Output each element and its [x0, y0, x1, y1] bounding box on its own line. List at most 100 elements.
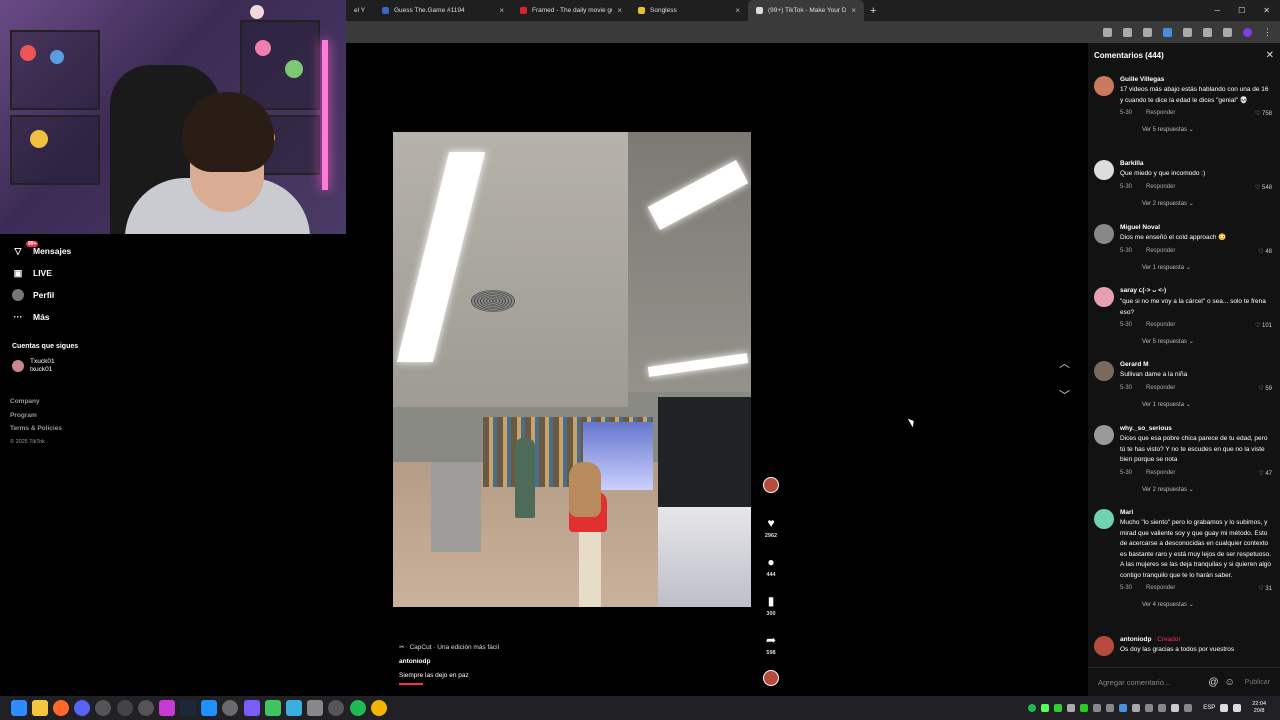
bookmark-star-icon[interactable]	[1123, 27, 1132, 37]
app-icon[interactable]	[158, 700, 175, 716]
avatar[interactable]	[1094, 76, 1114, 96]
tray-icon[interactable]	[1145, 704, 1154, 712]
comment-username[interactable]: Mari	[1120, 509, 1272, 516]
view-replies-button[interactable]: Ver 5 respuestas ⌄	[1142, 126, 1272, 133]
discord-icon[interactable]	[243, 700, 260, 716]
comment-username[interactable]: Gerard M	[1120, 361, 1272, 368]
tray-icon[interactable]	[1158, 704, 1167, 712]
reply-button[interactable]: Responder	[1146, 248, 1175, 254]
tab-tiktok[interactable]: (99+) TikTok - Make Your Da ×	[748, 0, 864, 21]
comment-like-button[interactable]: ♡ 31	[1258, 585, 1272, 592]
sidebar-item-profile[interactable]: Perfil	[12, 289, 54, 301]
avatar[interactable]	[1094, 636, 1114, 656]
volume-icon[interactable]	[1233, 704, 1242, 712]
tab-0[interactable]: el Y	[346, 0, 374, 21]
app-icon[interactable]	[286, 700, 303, 716]
close-tab-icon[interactable]: ×	[499, 6, 504, 15]
reply-button[interactable]: Responder	[1146, 470, 1175, 476]
tab-guess-the-game[interactable]: Guess The.Game #1194 ×	[374, 0, 512, 21]
sound-avatar[interactable]	[760, 670, 782, 686]
tab-songless[interactable]: Songless ×	[630, 0, 748, 21]
close-tab-icon[interactable]: ×	[851, 6, 856, 15]
steam-icon[interactable]	[180, 700, 197, 716]
chevron-down-icon[interactable]: ﹀	[1059, 380, 1070, 412]
app-icon[interactable]	[137, 700, 154, 716]
avatar[interactable]	[1094, 160, 1114, 180]
minimize-icon[interactable]: ─	[1214, 6, 1220, 15]
view-replies-button[interactable]: Ver 4 respuestas ⌄	[1142, 601, 1272, 608]
language-indicator[interactable]: ESP	[1203, 705, 1215, 711]
app-icon[interactable]	[116, 700, 133, 716]
comment-username[interactable]: Guille Villegas	[1120, 76, 1272, 83]
tray-icon[interactable]	[1184, 704, 1193, 712]
comment-input[interactable]: Agregar comentario...	[1098, 678, 1170, 687]
share-button[interactable]: ➦ 598	[760, 634, 782, 656]
following-account[interactable]: Txuck01 txuck01	[12, 358, 55, 374]
app-icon[interactable]	[95, 700, 112, 716]
reply-button[interactable]: Responder	[1146, 585, 1175, 591]
tray-icon[interactable]	[1028, 704, 1037, 712]
clock[interactable]: 22:04 20/8	[1252, 701, 1266, 715]
start-icon[interactable]	[10, 700, 27, 716]
view-replies-button[interactable]: Ver 1 respuesta ⌄	[1142, 401, 1272, 408]
capcut-link[interactable]: ✂ CapCut · Una edición más fácil	[399, 643, 499, 652]
comment-button[interactable]: ● 444	[760, 556, 782, 578]
comment-username[interactable]: why._so_serious	[1120, 425, 1272, 432]
comment-username[interactable]: Miguel Noval	[1120, 224, 1272, 231]
chevron-up-icon[interactable]: ︿	[1059, 348, 1070, 380]
extension-icon[interactable]	[1163, 27, 1172, 37]
view-replies-button[interactable]: Ver 1 respuesta ⌄	[1142, 264, 1272, 271]
reply-button[interactable]: Responder	[1146, 184, 1175, 190]
file-explorer-icon[interactable]	[31, 700, 48, 716]
creator-avatar[interactable]	[760, 477, 782, 493]
video-username[interactable]: antoniodp	[399, 658, 499, 665]
comment-like-button[interactable]: ♡ 758	[1255, 110, 1272, 117]
app-icon[interactable]	[74, 700, 91, 716]
tray-icon[interactable]	[1106, 704, 1115, 712]
comment-username[interactable]: antoniodp	[1120, 636, 1151, 643]
close-tab-icon[interactable]: ×	[735, 6, 740, 15]
close-tab-icon[interactable]: ×	[617, 6, 622, 15]
avatar[interactable]	[1094, 509, 1114, 529]
app-icon[interactable]	[328, 700, 345, 716]
comment-like-button[interactable]: ♡ 47	[1258, 470, 1272, 477]
view-replies-button[interactable]: Ver 5 respuestas ⌄	[1142, 338, 1272, 345]
post-button[interactable]: Publicar	[1245, 679, 1270, 686]
reply-button[interactable]: Responder	[1146, 385, 1175, 391]
install-icon[interactable]	[1103, 27, 1112, 37]
chrome-icon[interactable]	[370, 700, 387, 716]
puzzle-icon[interactable]	[1183, 27, 1192, 37]
tray-icon[interactable]	[1067, 704, 1076, 712]
view-replies-button[interactable]: Ver 2 respuestas ⌄	[1142, 486, 1272, 493]
avatar[interactable]	[1094, 224, 1114, 244]
reply-button[interactable]: Responder	[1146, 110, 1175, 116]
tray-icon[interactable]	[1171, 704, 1180, 712]
video-player[interactable]	[393, 132, 751, 607]
tray-icon[interactable]	[1054, 704, 1063, 712]
profile-avatar-icon[interactable]	[1243, 27, 1252, 37]
bookmarks-icon[interactable]	[1203, 27, 1212, 37]
save-button[interactable]: ▮ 300	[760, 595, 782, 617]
comment-username[interactable]: saray ૮(-> ᴗ <-)	[1120, 287, 1272, 295]
mention-icon[interactable]: @	[1208, 677, 1218, 688]
view-replies-button[interactable]: Ver 2 respuestas ⌄	[1142, 200, 1272, 207]
footer-link-company[interactable]: Company	[10, 395, 62, 409]
tray-icon[interactable]	[1093, 704, 1102, 712]
reply-button[interactable]: Responder	[1146, 322, 1175, 328]
sidebar-item-messages[interactable]: ▽ 99+ Mensajes	[12, 241, 71, 257]
new-tab-button[interactable]: +	[870, 5, 876, 17]
avatar[interactable]	[1094, 287, 1114, 307]
app-icon[interactable]	[264, 700, 281, 716]
comment-like-button[interactable]: ♡ 48	[1258, 248, 1272, 255]
tray-icon[interactable]	[1041, 704, 1050, 712]
avatar[interactable]	[1094, 361, 1114, 381]
comment-like-button[interactable]: ♡ 548	[1255, 184, 1272, 191]
app-icon[interactable]	[307, 700, 324, 716]
comment-like-button[interactable]: ♡ 59	[1258, 385, 1272, 392]
footer-link-terms[interactable]: Terms & Policies	[10, 422, 62, 436]
video-progress-bar[interactable]	[399, 683, 423, 685]
menu-kebab-icon[interactable]: ⋮	[1263, 27, 1272, 38]
wifi-icon[interactable]	[1220, 704, 1229, 712]
app-icon[interactable]	[222, 700, 239, 716]
app-icon[interactable]	[201, 700, 218, 716]
